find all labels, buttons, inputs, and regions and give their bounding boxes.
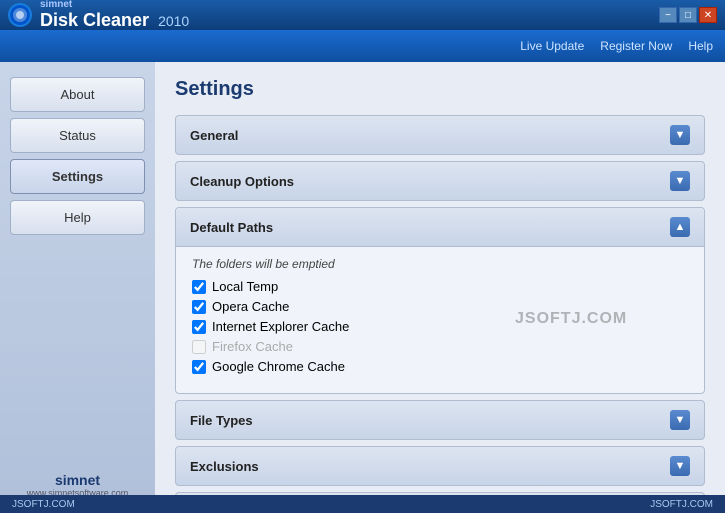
sidebar-item-about[interactable]: About bbox=[10, 77, 145, 112]
checkbox-chrome-cache: Google Chrome Cache bbox=[192, 359, 688, 374]
section-general-label: General bbox=[190, 128, 238, 143]
section-default-paths: Default Paths ▲ The folders will be empt… bbox=[175, 207, 705, 394]
chevron-down-icon-4: ▼ bbox=[670, 456, 690, 476]
section-description: The folders will be emptied bbox=[192, 257, 688, 271]
chevron-down-icon: ▼ bbox=[670, 125, 690, 145]
checkbox-local-temp: Local Temp bbox=[192, 279, 688, 294]
bottom-bar: JSOFTJ.COM JSOFTJ.COM bbox=[0, 495, 725, 513]
checkbox-opera-cache-input[interactable] bbox=[192, 300, 206, 314]
section-default-paths-label: Default Paths bbox=[190, 220, 273, 235]
checkbox-ie-cache: Internet Explorer Cache bbox=[192, 319, 688, 334]
app-logo bbox=[8, 3, 32, 27]
checkbox-firefox-cache-label: Firefox Cache bbox=[212, 339, 293, 354]
section-cleanup-label: Cleanup Options bbox=[190, 174, 294, 189]
checkbox-local-temp-input[interactable] bbox=[192, 280, 206, 294]
titlebar-left: simnet Disk Cleaner 2010 bbox=[8, 0, 189, 31]
page-title: Settings bbox=[175, 78, 705, 101]
sidebar: About Status Settings Help simnet www.si… bbox=[0, 62, 155, 513]
chevron-down-icon-2: ▼ bbox=[670, 171, 690, 191]
section-exclusions[interactable]: Exclusions ▼ bbox=[175, 446, 705, 486]
sidebar-item-status[interactable]: Status bbox=[10, 118, 145, 153]
titlebar-title: simnet Disk Cleaner 2010 bbox=[40, 0, 189, 31]
app-name: Disk Cleaner bbox=[40, 10, 149, 30]
checkbox-firefox-cache: Firefox Cache bbox=[192, 339, 688, 354]
navbar: Live Update Register Now Help bbox=[0, 30, 725, 62]
bottom-bar-left: JSOFTJ.COM bbox=[12, 499, 75, 510]
close-button[interactable]: ✕ bbox=[699, 7, 717, 23]
main-layout: About Status Settings Help simnet www.si… bbox=[0, 62, 725, 513]
window-controls: − □ ✕ bbox=[659, 7, 717, 23]
section-file-types-label: File Types bbox=[190, 413, 253, 428]
small-brand: simnet bbox=[40, 0, 189, 10]
maximize-button[interactable]: □ bbox=[679, 7, 697, 23]
app-year: 2010 bbox=[158, 13, 189, 29]
checkbox-local-temp-label: Local Temp bbox=[212, 279, 278, 294]
section-file-types[interactable]: File Types ▼ bbox=[175, 400, 705, 440]
section-default-paths-header[interactable]: Default Paths ▲ bbox=[176, 208, 704, 247]
live-update-link[interactable]: Live Update bbox=[520, 39, 584, 53]
section-general[interactable]: General ▼ bbox=[175, 115, 705, 155]
sidebar-item-help[interactable]: Help bbox=[10, 200, 145, 235]
section-cleanup[interactable]: Cleanup Options ▼ bbox=[175, 161, 705, 201]
section-default-paths-body: The folders will be emptied Local Temp O… bbox=[176, 247, 704, 393]
checkbox-chrome-cache-input[interactable] bbox=[192, 360, 206, 374]
checkbox-opera-cache: Opera Cache bbox=[192, 299, 688, 314]
chevron-down-icon-3: ▼ bbox=[670, 410, 690, 430]
content-area: Settings General ▼ Cleanup Options ▼ Def… bbox=[155, 62, 725, 513]
checkbox-chrome-cache-label: Google Chrome Cache bbox=[212, 359, 345, 374]
checkbox-ie-cache-label: Internet Explorer Cache bbox=[212, 319, 349, 334]
checkbox-opera-cache-label: Opera Cache bbox=[212, 299, 289, 314]
checkbox-ie-cache-input[interactable] bbox=[192, 320, 206, 334]
chevron-up-icon: ▲ bbox=[670, 217, 690, 237]
sidebar-item-settings[interactable]: Settings bbox=[10, 159, 145, 194]
section-exclusions-label: Exclusions bbox=[190, 459, 259, 474]
help-nav-link[interactable]: Help bbox=[688, 39, 713, 53]
company-name: simnet bbox=[10, 472, 145, 488]
minimize-button[interactable]: − bbox=[659, 7, 677, 23]
bottom-bar-right: JSOFTJ.COM bbox=[650, 499, 713, 510]
register-now-link[interactable]: Register Now bbox=[600, 39, 672, 53]
titlebar: simnet Disk Cleaner 2010 − □ ✕ bbox=[0, 0, 725, 30]
checkbox-firefox-cache-input bbox=[192, 340, 206, 354]
